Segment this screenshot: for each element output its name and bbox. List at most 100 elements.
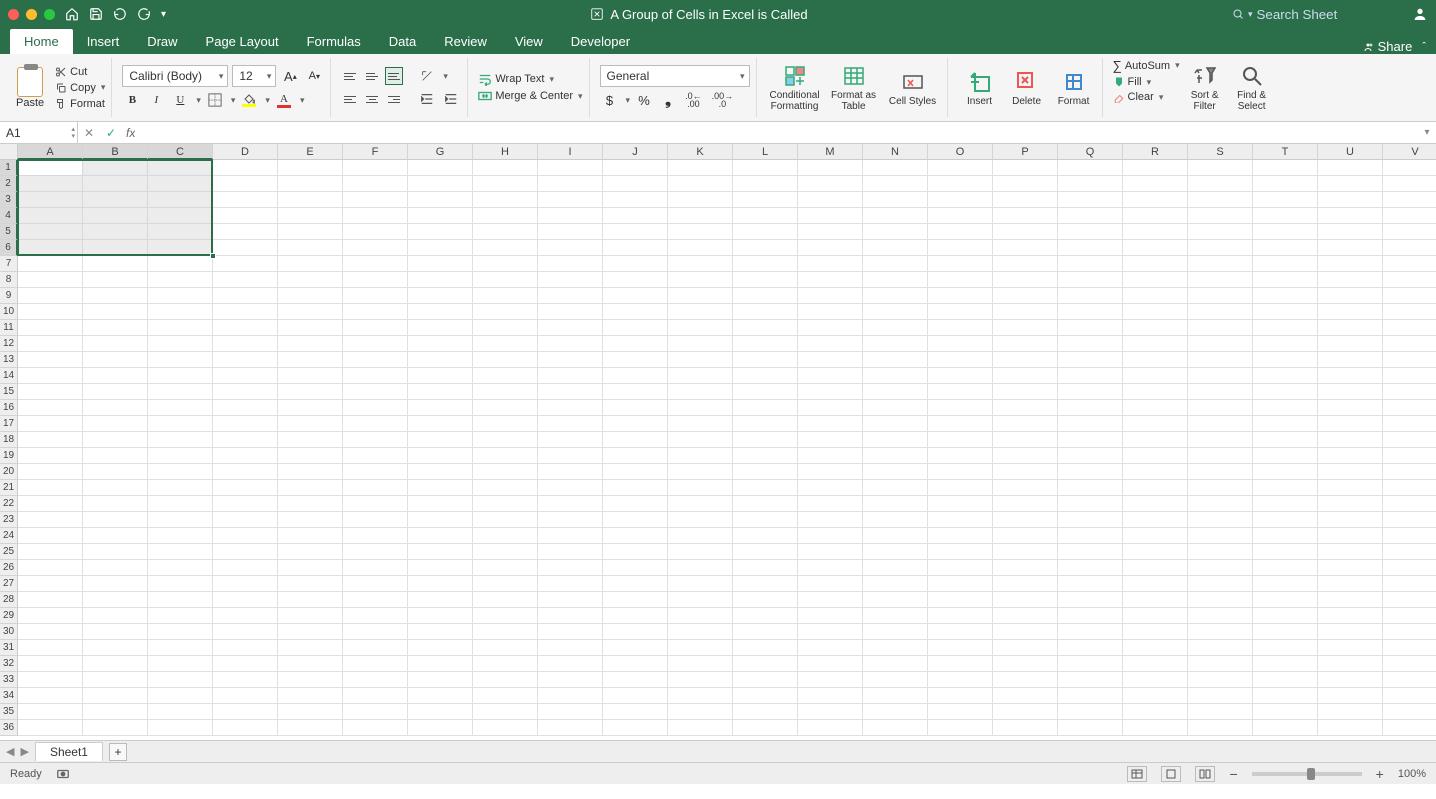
cell[interactable] — [213, 240, 278, 256]
spreadsheet-grid[interactable]: ABCDEFGHIJKLMNOPQRSTUV 12345678910111213… — [0, 144, 1436, 740]
cell[interactable] — [733, 672, 798, 688]
cell[interactable] — [473, 352, 538, 368]
row-header[interactable]: 35 — [0, 704, 18, 720]
cell[interactable] — [83, 704, 148, 720]
cell[interactable] — [1058, 192, 1123, 208]
cell[interactable] — [278, 528, 343, 544]
cell[interactable] — [1188, 560, 1253, 576]
cell[interactable] — [993, 160, 1058, 176]
cell[interactable] — [473, 688, 538, 704]
cell[interactable] — [148, 304, 213, 320]
column-header[interactable]: E — [278, 144, 343, 160]
cell[interactable] — [1058, 240, 1123, 256]
row-header[interactable]: 11 — [0, 320, 18, 336]
cell[interactable] — [1383, 672, 1436, 688]
cell[interactable] — [603, 320, 668, 336]
cell[interactable] — [993, 464, 1058, 480]
cell[interactable] — [1253, 720, 1318, 736]
cell[interactable] — [538, 464, 603, 480]
cell[interactable] — [603, 608, 668, 624]
cell[interactable] — [343, 592, 408, 608]
cell[interactable] — [83, 496, 148, 512]
cell[interactable] — [473, 640, 538, 656]
cell[interactable] — [343, 208, 408, 224]
cell[interactable] — [1188, 368, 1253, 384]
cell[interactable] — [1318, 720, 1383, 736]
insert-cells-button[interactable]: Insert — [958, 58, 1002, 118]
cell[interactable] — [668, 224, 733, 240]
cell[interactable] — [278, 176, 343, 192]
cell[interactable] — [278, 208, 343, 224]
cell[interactable] — [408, 640, 473, 656]
cell[interactable] — [1383, 272, 1436, 288]
cell[interactable] — [18, 304, 83, 320]
row-header[interactable]: 13 — [0, 352, 18, 368]
column-header[interactable]: L — [733, 144, 798, 160]
cell[interactable] — [408, 528, 473, 544]
cell[interactable] — [343, 624, 408, 640]
cell[interactable] — [1253, 336, 1318, 352]
cell[interactable] — [733, 208, 798, 224]
cell[interactable] — [1123, 208, 1188, 224]
cell[interactable] — [1188, 288, 1253, 304]
cell[interactable] — [148, 240, 213, 256]
cell[interactable] — [473, 160, 538, 176]
cell[interactable] — [408, 592, 473, 608]
cell[interactable] — [993, 176, 1058, 192]
cell[interactable] — [1188, 192, 1253, 208]
cell[interactable] — [798, 688, 863, 704]
cell[interactable] — [83, 656, 148, 672]
column-header[interactable]: M — [798, 144, 863, 160]
cell[interactable] — [1188, 256, 1253, 272]
cell[interactable] — [408, 560, 473, 576]
zoom-out-button[interactable]: − — [1229, 766, 1237, 782]
cell[interactable] — [668, 448, 733, 464]
cell[interactable] — [1123, 400, 1188, 416]
cell[interactable] — [798, 560, 863, 576]
cell[interactable] — [1253, 224, 1318, 240]
cell[interactable] — [668, 672, 733, 688]
cell[interactable] — [343, 720, 408, 736]
cell[interactable] — [603, 416, 668, 432]
cell[interactable] — [863, 624, 928, 640]
cell[interactable] — [1058, 304, 1123, 320]
cell[interactable] — [993, 528, 1058, 544]
cell[interactable] — [538, 528, 603, 544]
cells-area[interactable] — [18, 160, 1436, 736]
delete-cells-button[interactable]: Delete — [1005, 58, 1049, 118]
cell[interactable] — [83, 576, 148, 592]
cell[interactable] — [798, 240, 863, 256]
row-header[interactable]: 3 — [0, 192, 18, 208]
column-header[interactable]: J — [603, 144, 668, 160]
cell[interactable] — [278, 288, 343, 304]
cell[interactable] — [538, 688, 603, 704]
cell[interactable] — [408, 400, 473, 416]
cell[interactable] — [1123, 592, 1188, 608]
cell[interactable] — [863, 272, 928, 288]
cell[interactable] — [83, 352, 148, 368]
cell[interactable] — [148, 160, 213, 176]
cell[interactable] — [538, 576, 603, 592]
cell[interactable] — [538, 304, 603, 320]
cell[interactable] — [733, 656, 798, 672]
cell[interactable] — [1188, 512, 1253, 528]
border-button[interactable] — [205, 90, 225, 110]
cell[interactable] — [1383, 336, 1436, 352]
row-header[interactable]: 15 — [0, 384, 18, 400]
cell[interactable] — [928, 528, 993, 544]
cell[interactable] — [668, 336, 733, 352]
cell[interactable] — [343, 688, 408, 704]
cell[interactable] — [213, 176, 278, 192]
cell[interactable] — [928, 464, 993, 480]
cell[interactable] — [798, 272, 863, 288]
cell[interactable] — [928, 624, 993, 640]
cell[interactable] — [213, 560, 278, 576]
ribbon-tab-formulas[interactable]: Formulas — [293, 29, 375, 54]
ribbon-tab-review[interactable]: Review — [430, 29, 501, 54]
cell[interactable] — [18, 400, 83, 416]
cell[interactable] — [1383, 656, 1436, 672]
cell[interactable] — [343, 576, 408, 592]
cell[interactable] — [1383, 592, 1436, 608]
cell[interactable] — [18, 240, 83, 256]
cell[interactable] — [408, 160, 473, 176]
